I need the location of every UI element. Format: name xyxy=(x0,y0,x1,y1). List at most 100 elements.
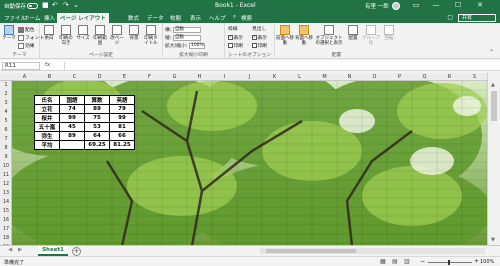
column-header-e[interactable]: E xyxy=(112,74,137,80)
column-header-p[interactable]: P xyxy=(387,74,412,80)
group-button[interactable]: グループ化 xyxy=(362,25,380,46)
effects-button[interactable]: 効果 xyxy=(18,42,35,49)
save-icon[interactable]: ■ xyxy=(42,1,49,9)
scroll-up-icon[interactable]: ▲ xyxy=(491,82,495,88)
send-backward-button[interactable]: 背面へ移動 xyxy=(295,25,313,46)
tab-help[interactable]: ヘルプ xyxy=(209,14,226,22)
horizontal-scrollbar[interactable] xyxy=(260,248,485,254)
row-header-13[interactable]: 13 xyxy=(0,189,12,198)
column-header-m[interactable]: M xyxy=(312,74,337,80)
align-button[interactable]: 配置 xyxy=(345,25,361,41)
header-japanese[interactable]: 国語 xyxy=(59,95,85,105)
tab-search[interactable]: 検索 xyxy=(241,14,252,22)
rotate-button[interactable]: 回転 xyxy=(381,25,397,41)
gridlines-print-checkbox[interactable]: 印刷 xyxy=(228,42,243,49)
name-box[interactable]: R11 xyxy=(2,61,40,70)
table-cell[interactable]: 89 xyxy=(84,104,110,114)
column-header-g[interactable]: G xyxy=(162,74,187,80)
zoom-out-icon[interactable]: − xyxy=(420,258,425,265)
table-cell[interactable]: 81 xyxy=(109,122,135,132)
minimize-icon[interactable]: — xyxy=(428,1,444,9)
add-sheet-button[interactable]: + xyxy=(72,246,81,256)
row-header-14[interactable]: 14 xyxy=(0,198,12,207)
row-header-9[interactable]: 9 xyxy=(0,153,12,162)
orientation-button[interactable]: 印刷の向き xyxy=(58,25,74,46)
normal-view-icon[interactable]: ▦ xyxy=(380,258,386,265)
bring-forward-button[interactable]: 前面へ移動 xyxy=(276,25,294,46)
column-header-f[interactable]: F xyxy=(137,74,162,80)
theme-button[interactable]: テーマ xyxy=(1,25,17,41)
width-select[interactable]: 自動 xyxy=(172,26,201,33)
header-name[interactable]: 氏名 xyxy=(34,95,60,105)
fx-icon[interactable]: fx xyxy=(45,62,50,68)
breaks-button[interactable]: 改ページ xyxy=(109,25,125,46)
next-sheet-icon[interactable]: ▶ xyxy=(18,247,22,253)
close-icon[interactable]: ✕ xyxy=(472,1,488,9)
row-header-1[interactable]: 1 xyxy=(0,81,12,90)
row-header-18[interactable]: 18 xyxy=(0,234,12,243)
table-cell[interactable]: 64 xyxy=(84,131,110,141)
size-button[interactable]: サイズ xyxy=(75,25,91,41)
tab-view[interactable]: 表示 xyxy=(190,14,201,22)
header-math[interactable]: 算数 xyxy=(84,95,110,105)
column-header-c[interactable]: C xyxy=(62,74,87,80)
sheet-canvas[interactable]: 氏名 国語 算数 英語 立花 74 89 79 桜井 99 75 99 五十嵐 … xyxy=(12,81,487,245)
table-cell[interactable]: 45 xyxy=(59,122,85,132)
table-cell[interactable]: 79 xyxy=(109,104,135,114)
table-cell[interactable]: 五十嵐 xyxy=(34,122,60,132)
horizontal-scroll-thumb[interactable] xyxy=(266,249,356,253)
gridlines-view-checkbox[interactable]: 表示 xyxy=(228,34,243,41)
column-header-q[interactable]: Q xyxy=(412,74,437,80)
column-header-d[interactable]: D xyxy=(87,74,112,80)
tab-insert[interactable]: 挿入 xyxy=(44,14,55,22)
row-header-3[interactable]: 3 xyxy=(0,99,12,108)
row-header-17[interactable]: 17 xyxy=(0,225,12,234)
prev-sheet-icon[interactable]: ◀ xyxy=(8,247,12,253)
vertical-scrollbar[interactable]: ▲ ▼ xyxy=(487,73,500,245)
zoom-slider-thumb[interactable] xyxy=(448,259,450,265)
zoom-in-icon[interactable]: + xyxy=(474,258,479,265)
customize-qat-icon[interactable]: ⌄ xyxy=(73,1,79,9)
colors-button[interactable]: 配色 xyxy=(18,26,35,33)
tab-home[interactable]: ホーム xyxy=(24,14,40,22)
row-header-7[interactable]: 7 xyxy=(0,135,12,144)
table-cell[interactable]: 立花 xyxy=(34,104,60,114)
table-cell[interactable]: 平均 xyxy=(34,140,60,150)
column-header-o[interactable]: O xyxy=(362,74,387,80)
column-header-i[interactable]: I xyxy=(212,74,237,80)
column-header-l[interactable]: L xyxy=(287,74,312,80)
sheet-tab-sheet1[interactable]: Sheet1 xyxy=(38,246,68,256)
row-header-6[interactable]: 6 xyxy=(0,126,12,135)
tab-file[interactable]: ファイル xyxy=(4,14,26,22)
worksheet[interactable]: ABCDEFGHIJKLMNOPQRS 1 2 3 4 5 6 7 8 9 10 11 12 13 14 1… xyxy=(0,73,500,245)
maximize-icon[interactable]: ☐ xyxy=(450,1,466,9)
column-header-s[interactable]: S xyxy=(462,74,487,80)
row-header-8[interactable]: 8 xyxy=(0,144,12,153)
row-header-16[interactable]: 16 xyxy=(0,216,12,225)
row-header-15[interactable]: 15 xyxy=(0,207,12,216)
column-header-j[interactable]: J xyxy=(237,74,262,80)
table-cell[interactable]: 89 xyxy=(59,131,85,141)
headings-view-checkbox[interactable]: 表示 xyxy=(252,34,267,41)
table-cell[interactable]: 66 xyxy=(109,131,135,141)
table-cell[interactable]: 53 xyxy=(84,122,110,132)
scroll-down-icon[interactable]: ▼ xyxy=(491,237,495,243)
headings-print-checkbox[interactable]: 印刷 xyxy=(252,42,267,49)
row-header-5[interactable]: 5 xyxy=(0,117,12,126)
scroll-thumb[interactable] xyxy=(491,91,497,121)
table-cell[interactable]: 99 xyxy=(109,113,135,123)
collapse-ribbon-icon[interactable]: ⌃ xyxy=(489,49,494,56)
margins-button[interactable]: 余白 xyxy=(41,25,57,41)
row-header-11[interactable]: 11 xyxy=(0,171,12,180)
table-cell[interactable]: 81.25 xyxy=(109,140,135,150)
tab-review[interactable]: 校閲 xyxy=(170,14,181,22)
table-cell[interactable]: 99 xyxy=(59,113,85,123)
formula-input[interactable] xyxy=(64,61,486,70)
zoom-level[interactable]: 100% xyxy=(480,259,494,265)
page-layout-view-icon[interactable]: ▤ xyxy=(392,258,398,265)
column-header-h[interactable]: H xyxy=(187,74,212,80)
column-header-r[interactable]: R xyxy=(437,74,462,80)
ribbon-display-icon[interactable]: ▭ xyxy=(408,1,424,9)
height-select[interactable]: 自動 xyxy=(172,34,201,41)
tab-formulas[interactable]: 数式 xyxy=(128,14,139,22)
